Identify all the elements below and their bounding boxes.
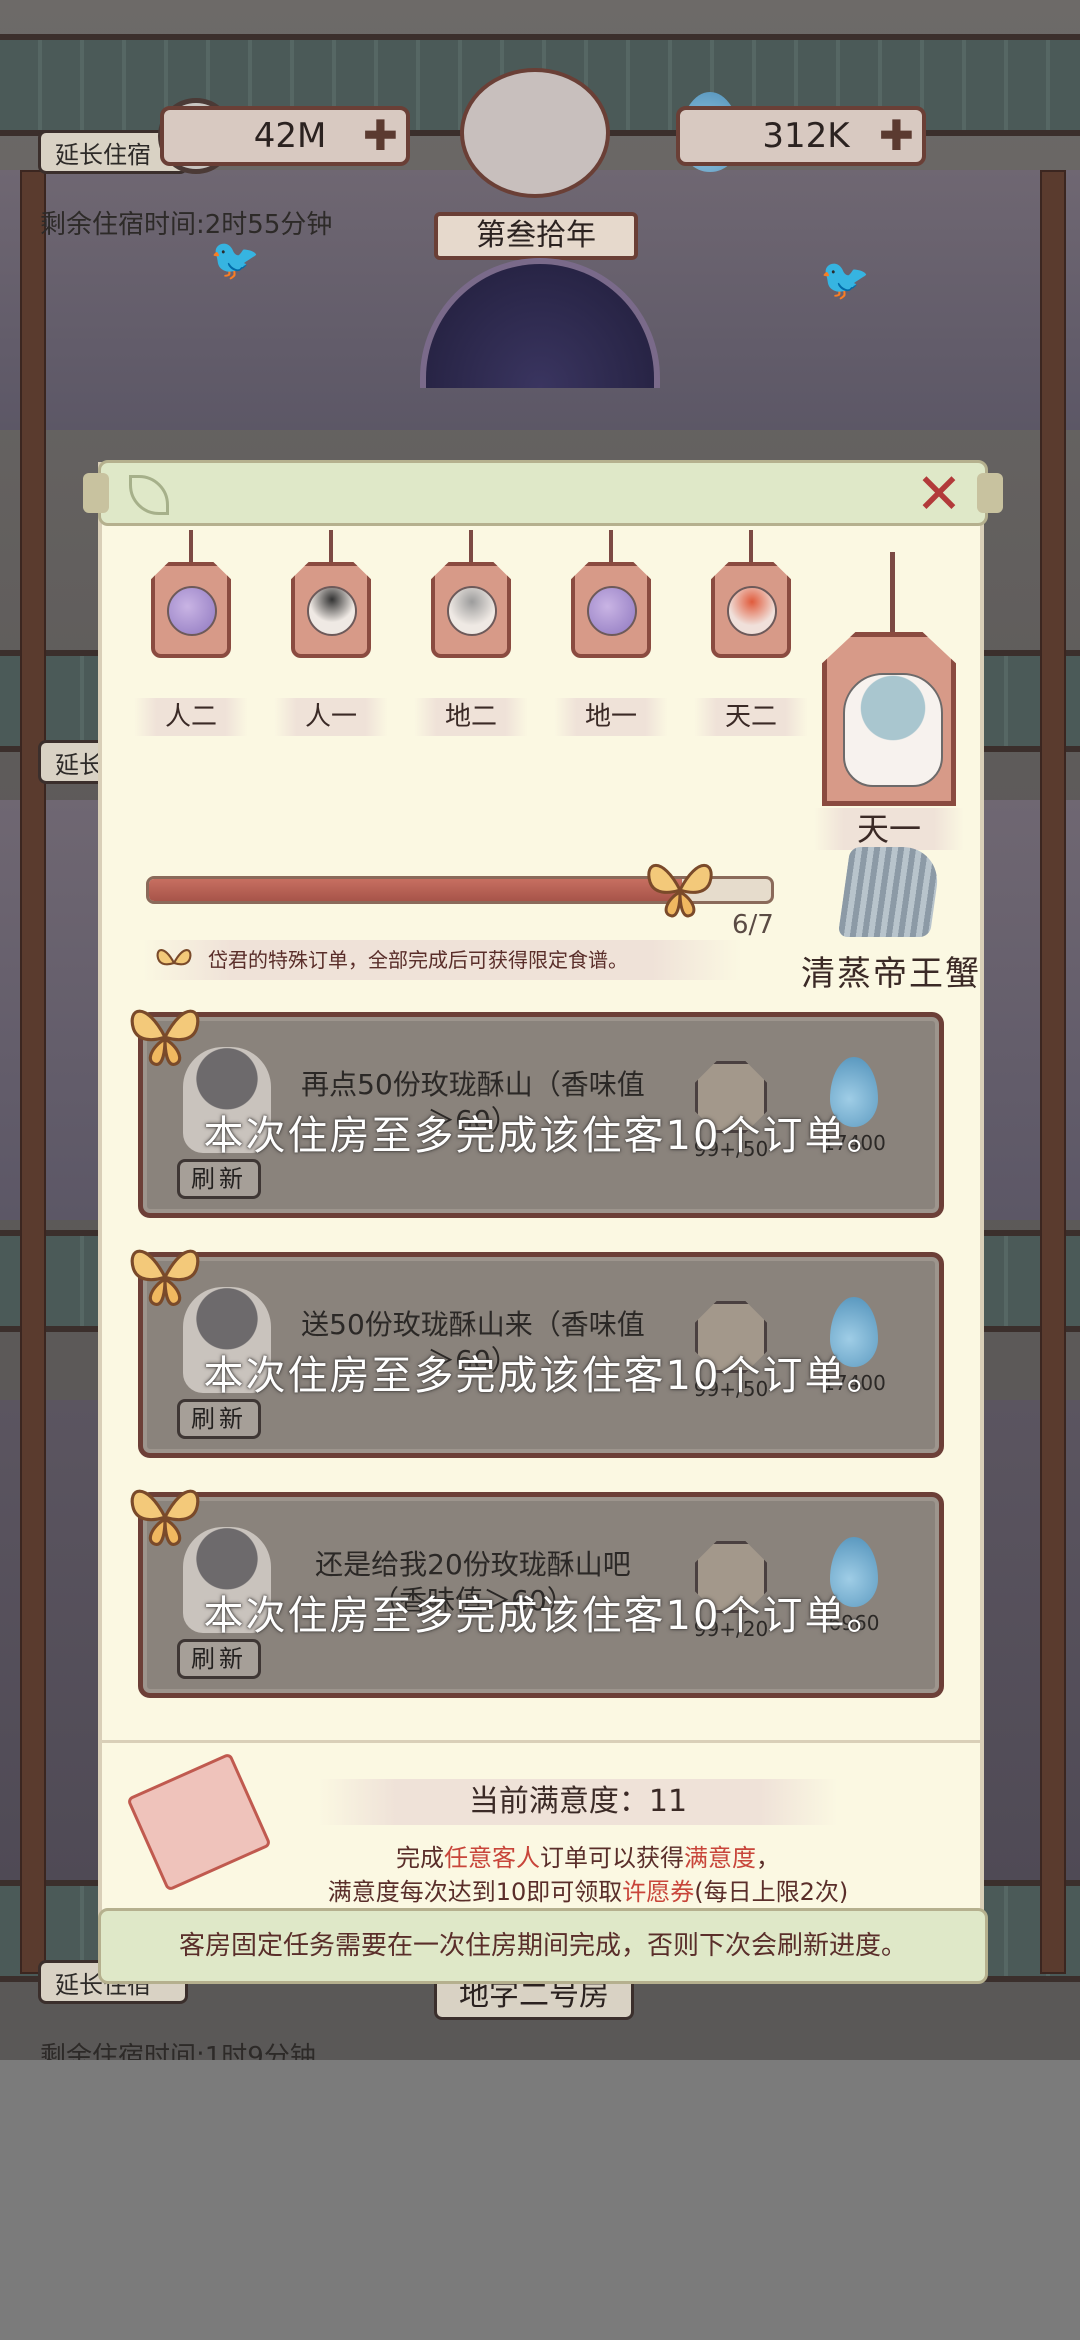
refresh-button[interactable]: 刷新 — [177, 1159, 261, 1199]
pillar — [20, 170, 46, 1974]
guest-tag-tian-er[interactable]: 天二 — [694, 530, 808, 736]
drop-value: 312K — [762, 116, 850, 156]
drop-counter[interactable]: 312K ✚ — [676, 106, 926, 166]
butterfly-icon — [156, 949, 192, 966]
selected-guest-label: 天一 — [814, 808, 964, 850]
guest-tag-ren-yi[interactable]: 人一 — [274, 530, 388, 736]
add-coins-plus-icon[interactable]: ✚ — [363, 110, 398, 162]
add-drops-plus-icon[interactable]: ✚ — [879, 110, 914, 162]
satis-text: 满意度每次达到10即可领取 — [327, 1878, 623, 1906]
satisfaction-title: 当前满意度：11 — [318, 1779, 838, 1825]
order-limit-message: 本次住房至多完成该住客10个订单。 — [203, 1113, 889, 1159]
order-card: 刷新 送50份玫珑酥山来（香味值＞60） 99+/50 17400 本次住房至多… — [130, 1249, 944, 1458]
guest-avatar — [447, 586, 497, 636]
order-limit-message: 本次住房至多完成该住客10个订单。 — [203, 1353, 889, 1399]
butterfly-icon — [647, 864, 713, 918]
guest-tag-di-yi[interactable]: 地一 — [554, 530, 668, 736]
guest-avatar — [167, 586, 217, 636]
ginkgo-leaf-icon — [129, 475, 169, 515]
satis-highlight: 任意客人 — [444, 1844, 540, 1872]
bird-icon: 🐦 — [820, 257, 870, 303]
satis-text: (每日上限2次) — [694, 1878, 849, 1906]
coin-counter[interactable]: 42M ✚ — [160, 106, 410, 166]
room-task-notice: 客房固定任务需要在一次住房期间完成，否则下次会刷新进度。 — [98, 1908, 988, 1984]
panel-header-scroll: ✕ — [83, 460, 1003, 526]
progress-count: 6/7 — [732, 910, 774, 940]
special-order-hint: 岱君的特殊订单，全部完成后可获得限定食谱。 — [142, 940, 742, 980]
satis-text: 完成 — [396, 1844, 444, 1872]
remaining-time-text: 剩余住宿时间:1时9分钟 — [40, 2042, 316, 2060]
pillar — [1040, 170, 1066, 1974]
year-banner: 第叁拾年 — [434, 212, 638, 260]
guest-avatar — [587, 586, 637, 636]
refresh-button[interactable]: 刷新 — [177, 1639, 261, 1679]
guest-tag-ren-er[interactable]: 人二 — [134, 530, 248, 736]
recipe-scroll-icon — [837, 847, 943, 937]
order-progress-fill — [149, 879, 683, 901]
guest-tag-di-er[interactable]: 地二 — [414, 530, 528, 736]
satis-highlight: 满意度 — [684, 1844, 756, 1872]
satis-highlight: 许愿券 — [622, 1878, 695, 1906]
satis-text: ， — [756, 1844, 780, 1872]
satis-text: 订单可以获得 — [540, 1844, 684, 1872]
selected-guest-tag[interactable] — [822, 552, 962, 806]
guest-order-panel: ✕ 人二 人一 地二 地一 天二 天一 6/7 清蒸帝王蟹 岱君的特殊订单，全部… — [83, 460, 1003, 1984]
selected-guest-avatar — [843, 673, 943, 787]
satisfaction-description: 完成任意客人订单可以获得满意度， 满意度每次达到10即可领取许愿券(每日上限2次… — [228, 1841, 948, 1909]
guest-avatar — [307, 586, 357, 636]
coin-value: 42M — [253, 116, 327, 156]
order-card: 刷新 还是给我20份玫珑酥山吧（香味值＞60） 99+/20 6960 本次住房… — [130, 1489, 944, 1698]
guest-tag-label: 人一 — [274, 698, 388, 736]
guest-tag-label: 人二 — [134, 698, 248, 736]
bird-icon: 🐦 — [210, 237, 260, 283]
close-icon[interactable]: ✕ — [911, 467, 967, 525]
guest-tag-label: 地二 — [414, 698, 528, 736]
remaining-time-text: 剩余住宿时间:2时55分钟 — [40, 210, 333, 240]
order-card: 刷新 再点50份玫珑酥山（香味值＞60） 99+/50 17400 本次住房至多… — [130, 1009, 944, 1218]
guest-avatar — [727, 586, 777, 636]
reward-dish-name: 清蒸帝王蟹 — [801, 954, 981, 994]
guest-tag-label: 天二 — [694, 698, 808, 736]
refresh-button[interactable]: 刷新 — [177, 1399, 261, 1439]
satisfaction-section: 当前满意度：11 完成任意客人订单可以获得满意度， 满意度每次达到10即可领取许… — [102, 1740, 980, 1906]
order-limit-message: 本次住房至多完成该住客10个订单。 — [203, 1593, 889, 1639]
guest-tag-label: 地一 — [554, 698, 668, 736]
inn-emblem — [460, 68, 610, 198]
